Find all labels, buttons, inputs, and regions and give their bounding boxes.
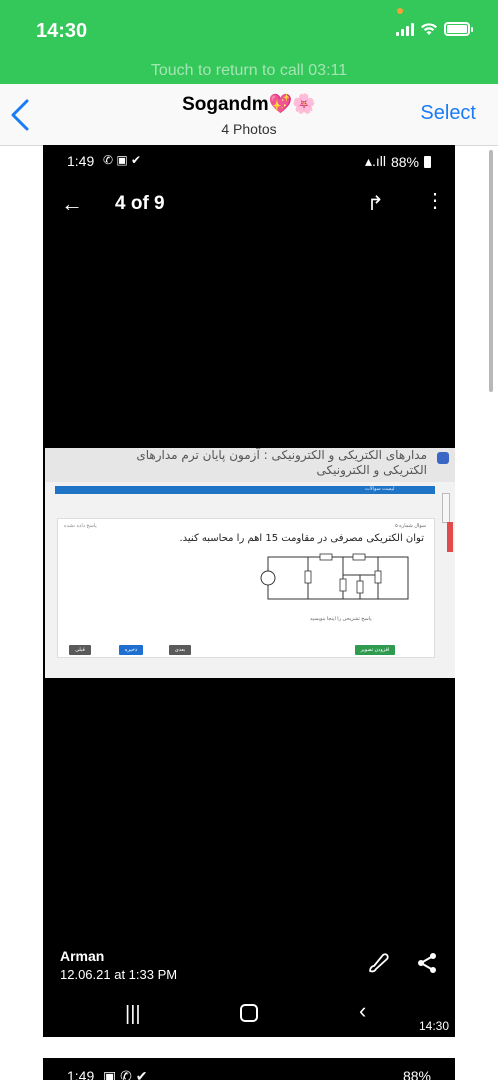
- android-signal-icon: ▴.ıll: [364, 153, 386, 169]
- privacy-indicator-dot: [397, 8, 403, 14]
- android-status-right: ▴.ıll 88%: [365, 153, 431, 170]
- question-list-label: لیست سوالات: [365, 486, 395, 492]
- home-icon[interactable]: [240, 1004, 258, 1022]
- prev-button: قبلی: [69, 645, 91, 655]
- album-nav-bar: Sogandm💖🌸 4 Photos Select: [0, 84, 498, 146]
- wifi-icon: [421, 23, 437, 35]
- settings-icon: [437, 452, 449, 464]
- cellular-signal-icon: [396, 22, 414, 36]
- image-counter: 4 of 9: [115, 193, 165, 214]
- next-photo-notification-icons: ▣ ✆ ✔: [103, 1068, 148, 1080]
- edit-pen-icon[interactable]: [366, 951, 390, 975]
- side-scroll-control: [442, 493, 450, 523]
- android-status-bar: 1:49 ✆ ▣ ✔ ▴.ıll 88%: [43, 145, 455, 175]
- next-photo-battery-percent: 88%: [402, 1068, 431, 1080]
- upload-image-button: افزودن تصویر: [355, 645, 395, 655]
- android-battery-percent: 88%: [390, 153, 419, 170]
- overlay-time: 14:30: [418, 1019, 449, 1033]
- save-button: ذخیره: [119, 645, 143, 655]
- captured-exam-page: مدارهای الکتریکی و الکترونیکی : آزمون پا…: [45, 448, 455, 678]
- photo-owner: Arman: [60, 948, 105, 964]
- side-tab-marker: [447, 522, 453, 552]
- android-battery-icon: [424, 155, 431, 168]
- back-icon[interactable]: ‹: [359, 998, 366, 1024]
- exam-header: مدارهای الکتریکی و الکترونیکی : آزمون پا…: [45, 448, 455, 482]
- android-notification-icons: ✆ ▣ ✔: [103, 153, 142, 167]
- photo-date: 12.06.21 at 1:33 PM: [60, 967, 178, 982]
- ios-status-bar: 14:30 Touch to return to call 03:11: [0, 0, 498, 84]
- question-status: پاسخ داده نشده: [64, 523, 97, 529]
- return-to-call-banner[interactable]: Touch to return to call 03:11: [0, 62, 498, 80]
- scroll-indicator[interactable]: [489, 150, 493, 392]
- battery-icon: [444, 22, 473, 36]
- arrow-left-icon[interactable]: ←: [61, 191, 83, 217]
- forward-icon[interactable]: ↱: [367, 191, 384, 216]
- select-button[interactable]: Select: [420, 102, 476, 125]
- more-vertical-icon[interactable]: ⋮: [425, 191, 445, 211]
- circuit-diagram: [260, 553, 409, 600]
- photo-thumbnail[interactable]: 1:49 ✆ ▣ ✔ ▴.ıll 88% ← 4 of 9 ↱ ⋮ مدارها…: [43, 145, 455, 1037]
- question-text: توان الکتریکی مصرفی در مقاومت 15 اهم را …: [179, 533, 424, 544]
- status-icons: [396, 22, 473, 36]
- next-photo-status-time: 1:49: [67, 1068, 95, 1080]
- exam-title: مدارهای الکتریکی و الکترونیکی : آزمون پا…: [136, 448, 427, 477]
- question-number: سوال شماره ۵: [395, 523, 426, 529]
- next-button: بعدی: [169, 645, 191, 655]
- answer-hint: پاسخ تشریحی را اینجا بنویسید: [310, 616, 372, 622]
- status-time: 14:30: [36, 20, 88, 42]
- android-status-time: 1:49: [67, 153, 95, 169]
- android-gallery-toolbar: ← 4 of 9 ↱ ⋮: [43, 185, 455, 221]
- recents-icon[interactable]: |||: [125, 1003, 141, 1026]
- next-photo-thumbnail[interactable]: 1:49 ▣ ✆ ✔ 88%: [43, 1058, 455, 1080]
- question-card: سوال شماره ۵ پاسخ داده نشده توان الکتریک…: [57, 518, 435, 658]
- share-icon[interactable]: [415, 951, 439, 975]
